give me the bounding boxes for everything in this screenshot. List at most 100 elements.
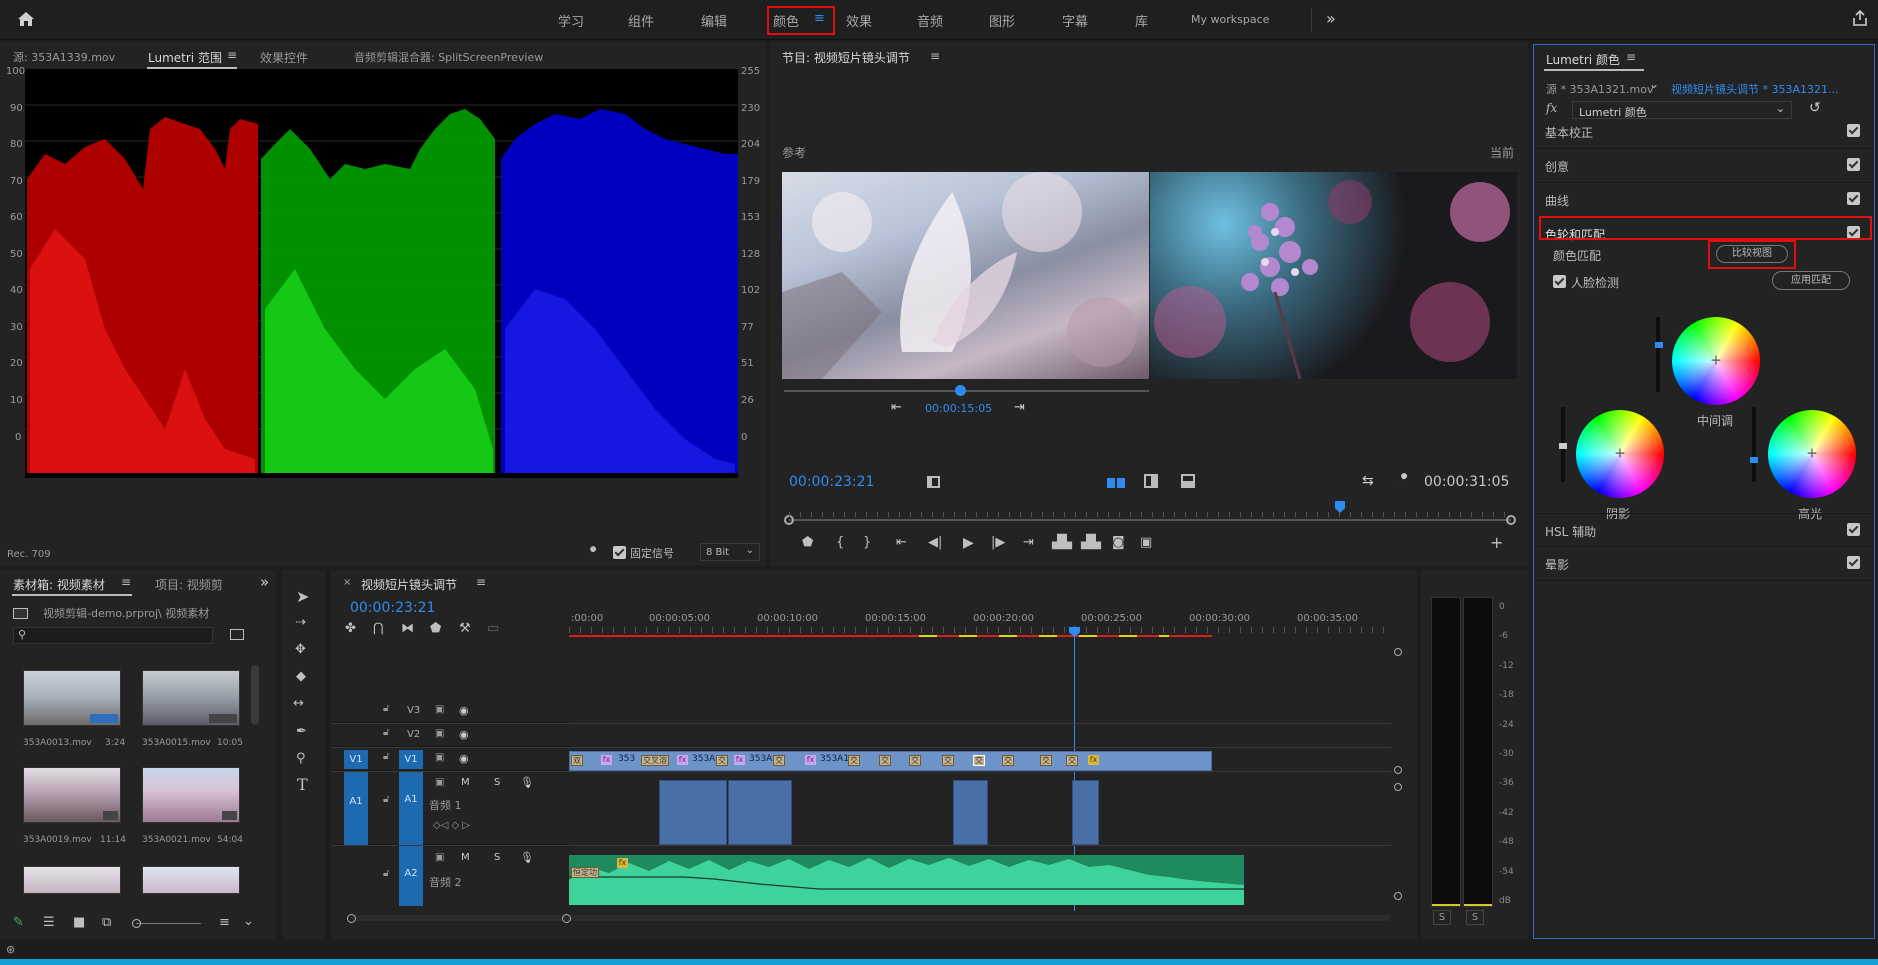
lumetri-sequence[interactable]: 视频短片镜头调节 * 353A1321... bbox=[1671, 81, 1839, 97]
lumetri-menu-icon[interactable]: ≡ bbox=[1626, 50, 1636, 64]
slip-tool-icon[interactable]: ↔ bbox=[293, 697, 304, 711]
chevron-down-icon[interactable]: ⌄ bbox=[1649, 77, 1659, 91]
tab-assembly[interactable]: 组件 bbox=[628, 11, 654, 30]
reference-playhead[interactable] bbox=[955, 385, 966, 396]
zoom-tool-icon[interactable]: ⚲ bbox=[296, 752, 306, 766]
go-to-in-point-icon[interactable]: ⇤ bbox=[896, 536, 907, 550]
film-icon[interactable]: ▣ bbox=[435, 728, 444, 739]
section-basic-correction[interactable]: 基本校正 bbox=[1534, 115, 1874, 149]
tab-my-workspace[interactable]: My workspace bbox=[1191, 13, 1269, 26]
tab-captions[interactable]: 字幕 bbox=[1062, 11, 1088, 30]
freeform-view-icon[interactable]: ⧉ bbox=[102, 916, 111, 930]
more-workspaces-icon[interactable]: » bbox=[1326, 9, 1336, 28]
transition-tag[interactable]: 交 bbox=[1066, 755, 1078, 766]
vertical-scroll-mid[interactable] bbox=[1394, 766, 1402, 774]
add-marker-icon[interactable]: ⬟ bbox=[430, 622, 441, 636]
list-view-icon[interactable]: ☰ bbox=[43, 916, 55, 930]
step-back-icon[interactable]: ◀| bbox=[928, 536, 942, 550]
nest-icon[interactable]: ✤ bbox=[345, 622, 356, 636]
vertical-scroll-top[interactable] bbox=[1394, 648, 1402, 656]
go-to-out-point-icon[interactable]: ⇥ bbox=[1023, 536, 1034, 550]
wrench-icon[interactable] bbox=[586, 546, 600, 560]
selection-tool-icon[interactable]: ➤ bbox=[296, 589, 309, 605]
section-enable-checkbox[interactable] bbox=[1847, 124, 1860, 137]
track-select-icon[interactable]: ⇢ bbox=[295, 616, 306, 630]
source-patch[interactable]: A1 bbox=[344, 772, 368, 845]
a1-clip[interactable] bbox=[728, 780, 792, 845]
film-icon[interactable]: ▣ bbox=[435, 752, 444, 763]
play-icon[interactable]: ▶ bbox=[963, 536, 974, 550]
highlights-slider-handle[interactable] bbox=[1750, 457, 1758, 463]
clip-thumbnail[interactable] bbox=[142, 670, 240, 726]
lumetri-scopes-menu-icon[interactable]: ≡ bbox=[227, 48, 237, 62]
tab-audio-clip-mixer[interactable]: 音频剪辑混合器: SplitScreenPreview bbox=[354, 49, 543, 65]
midtones-slider[interactable] bbox=[1656, 317, 1660, 392]
a1-clip[interactable] bbox=[659, 780, 727, 845]
tab-effect-controls[interactable]: 效果控件 bbox=[260, 49, 308, 66]
comparison-view-icon[interactable]: ▣ bbox=[1140, 536, 1152, 550]
zoom-slider[interactable] bbox=[136, 923, 201, 924]
linked-selection-icon[interactable]: ⧓ bbox=[401, 622, 414, 636]
highlights-slider[interactable] bbox=[1752, 407, 1756, 482]
horizontal-scroll-right[interactable] bbox=[562, 914, 571, 923]
eye-icon[interactable]: ◉ bbox=[459, 752, 469, 765]
program-timecode[interactable]: 00:00:23:21 bbox=[789, 474, 874, 490]
fx-badge[interactable]: fx bbox=[677, 755, 688, 765]
a2-music-clip[interactable]: 恒定功 bbox=[569, 855, 1244, 905]
section-hsl[interactable]: HSL 辅助 bbox=[1534, 513, 1874, 547]
transition-tag[interactable]: 交 bbox=[909, 755, 921, 766]
eye-icon[interactable]: ◉ bbox=[459, 728, 469, 741]
split-icon[interactable] bbox=[927, 476, 940, 488]
tab-editing[interactable]: 编辑 bbox=[701, 11, 727, 30]
sort-icon[interactable]: ≡ bbox=[219, 916, 230, 930]
razor-tool-icon[interactable]: ◆ bbox=[296, 670, 306, 684]
ripple-edit-icon[interactable]: ✥ bbox=[295, 643, 306, 657]
section-enable-checkbox[interactable] bbox=[1847, 192, 1860, 205]
lock-icon[interactable]: 🔓︎ bbox=[383, 703, 389, 714]
mark-out-icon[interactable]: } bbox=[863, 536, 871, 550]
section-vignette[interactable]: 晕影 bbox=[1534, 547, 1874, 581]
section-enable-checkbox[interactable] bbox=[1847, 523, 1860, 536]
type-tool-icon[interactable]: T bbox=[297, 777, 308, 793]
chevron-down-icon[interactable]: ⌄ bbox=[243, 915, 254, 929]
reset-icon[interactable]: ↺ bbox=[1809, 100, 1821, 116]
highlights-wheel[interactable] bbox=[1768, 410, 1856, 498]
horizontal-split-icon[interactable] bbox=[1181, 474, 1195, 488]
tab-lumetri-scopes[interactable]: Lumetri 范围 bbox=[148, 49, 222, 66]
scrollbar[interactable] bbox=[251, 665, 259, 725]
status-icon[interactable]: ⊛ bbox=[6, 943, 15, 956]
more-panels-icon[interactable]: » bbox=[260, 573, 269, 591]
transition-tag[interactable]: 交 bbox=[1040, 755, 1052, 766]
timeline-menu-icon[interactable]: ≡ bbox=[476, 575, 486, 589]
film-icon[interactable]: ▣ bbox=[435, 704, 444, 715]
camera-icon[interactable]: ◙ bbox=[1112, 536, 1125, 550]
share-icon[interactable] bbox=[1853, 9, 1867, 26]
mute-button[interactable]: M bbox=[461, 777, 470, 788]
shadows-wheel[interactable] bbox=[1576, 410, 1664, 498]
transition-tag[interactable]: 交 bbox=[716, 755, 728, 766]
clip-thumbnail[interactable] bbox=[23, 767, 121, 823]
eye-icon[interactable]: ◉ bbox=[459, 704, 469, 717]
lift-icon[interactable]: ▟▙ bbox=[1052, 536, 1072, 550]
fx-badge[interactable]: fx bbox=[734, 755, 745, 765]
transition-tag[interactable]: 恒定功 bbox=[571, 867, 599, 878]
transition-tag[interactable]: 双 bbox=[571, 755, 583, 766]
captions-icon[interactable]: ▭ bbox=[487, 622, 499, 636]
transition-tag[interactable]: 交 bbox=[879, 755, 891, 766]
midtones-slider-handle[interactable] bbox=[1655, 342, 1663, 348]
shadows-slider-handle[interactable] bbox=[1559, 443, 1567, 449]
transition-tag[interactable]: 交 bbox=[1002, 755, 1014, 766]
settings-wrench-icon[interactable] bbox=[1397, 473, 1411, 487]
clip-thumbnail[interactable] bbox=[23, 866, 121, 894]
mute-button[interactable]: M bbox=[461, 852, 470, 863]
extract-icon[interactable]: ▟▙ bbox=[1081, 536, 1101, 550]
transition-tag[interactable]: 交 bbox=[973, 755, 985, 766]
home-icon[interactable] bbox=[17, 11, 35, 27]
vertical-scroll-bottom[interactable] bbox=[1394, 892, 1402, 900]
go-to-out-icon[interactable]: ⇥ bbox=[1014, 400, 1025, 415]
lock-icon[interactable]: 🔓︎ bbox=[383, 751, 389, 762]
film-icon[interactable]: ▣ bbox=[435, 777, 444, 788]
transition-tag[interactable]: 交叉溶 bbox=[641, 755, 669, 766]
swap-icon[interactable]: ⇆ bbox=[1362, 473, 1374, 489]
tab-source[interactable]: 源: 353A1339.mov bbox=[13, 49, 115, 65]
